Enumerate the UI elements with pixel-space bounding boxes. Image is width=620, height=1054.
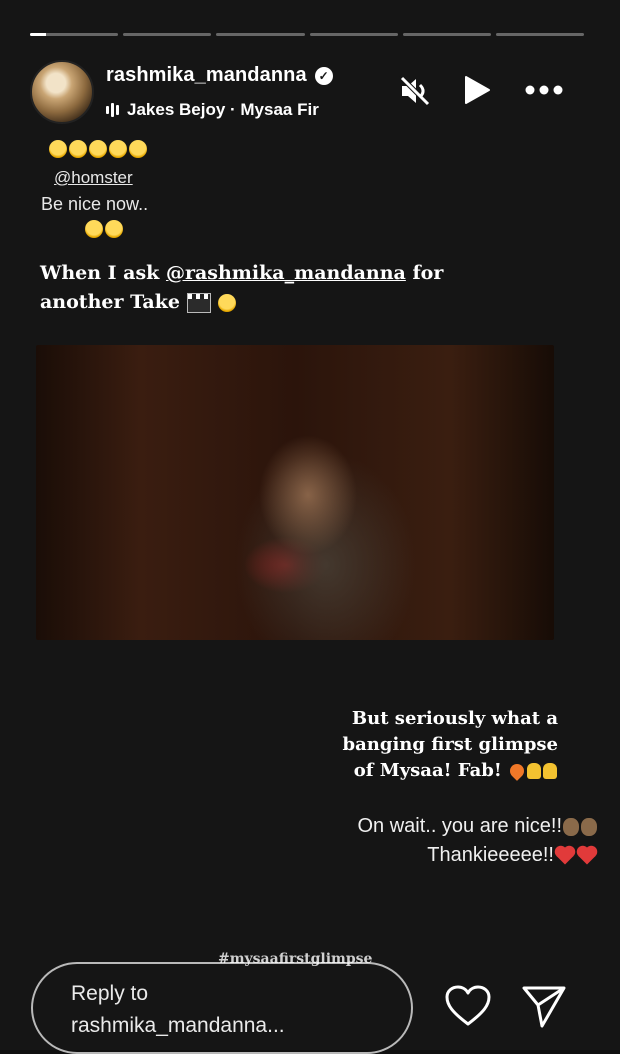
reply-placeholder: Reply to rashmika_mandanna... xyxy=(71,982,285,1037)
laughing-emoji-row xyxy=(84,220,123,238)
like-heart-icon[interactable] xyxy=(444,984,492,1028)
monkey-emoji-icon xyxy=(581,817,597,836)
progress-segment xyxy=(123,33,212,36)
clap-emoji-icon xyxy=(543,763,557,779)
monkey-emoji-icon xyxy=(563,817,579,836)
heart-emoji-icon xyxy=(556,847,574,865)
comment-text: Be nice now.. xyxy=(41,194,149,214)
progress-segment xyxy=(402,33,491,36)
music-label[interactable]: Jakes Bejoy · Mysaa Fir xyxy=(127,100,319,120)
play-icon[interactable] xyxy=(462,74,492,106)
caption-mention[interactable]: @rashmika_mandanna xyxy=(166,262,406,284)
clapperboard-icon xyxy=(186,293,211,313)
progress-segment xyxy=(30,33,119,36)
avatar[interactable] xyxy=(30,60,94,124)
username-label[interactable]: rashmika_mandanna xyxy=(106,64,307,87)
heart-emoji-icon xyxy=(578,847,596,865)
laughing-emoji-icon xyxy=(217,294,236,312)
progress-segment xyxy=(495,33,585,36)
more-options-icon[interactable] xyxy=(524,82,564,98)
music-attribution[interactable]: Jakes Bejoy · Mysaa Fir xyxy=(106,100,370,120)
caption-bottom: But seriously what a banging first glimp… xyxy=(342,708,558,781)
story-progress-bar xyxy=(30,33,585,37)
laughing-emoji-row xyxy=(48,140,147,158)
caption-top: When I ask @rashmika_mandanna for anothe… xyxy=(40,262,444,313)
progress-segment xyxy=(216,33,305,36)
music-bars-icon xyxy=(106,103,119,117)
story-viewer[interactable]: rashmika_mandanna ✓ Jakes Bejoy · Mysaa … xyxy=(0,0,620,1054)
send-icon[interactable] xyxy=(520,983,568,1029)
progress-segment xyxy=(309,33,398,36)
video-frame[interactable] xyxy=(36,345,554,640)
caption-reply: On wait.. you are nice!! Thankieeeee!! xyxy=(260,812,598,870)
reply-input[interactable]: Reply to rashmika_mandanna... xyxy=(31,962,413,1054)
username[interactable]: rashmika_mandanna ✓ xyxy=(106,64,333,87)
comment-mention[interactable]: @homster xyxy=(54,168,133,188)
mute-icon[interactable] xyxy=(398,74,432,108)
clap-emoji-icon xyxy=(527,763,541,779)
verified-badge-icon: ✓ xyxy=(314,66,333,85)
explosion-emoji-icon xyxy=(507,761,527,781)
